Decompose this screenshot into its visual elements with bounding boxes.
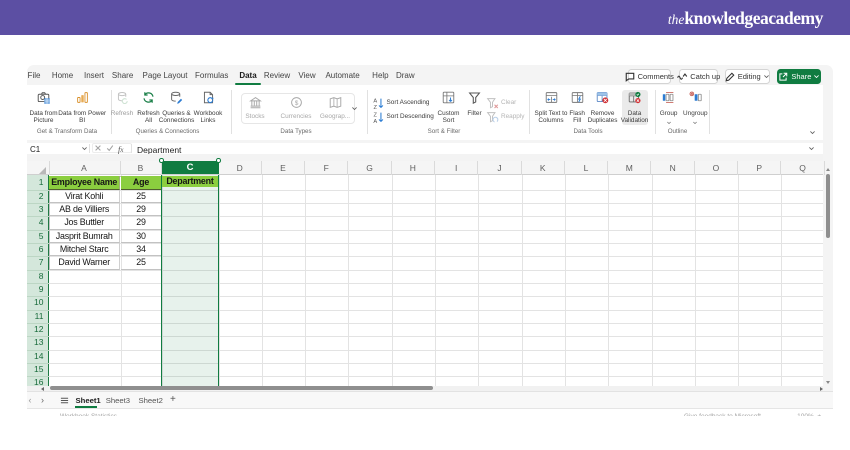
svg-text:Z: Z (374, 113, 378, 119)
svg-text:A: A (373, 99, 377, 105)
svg-text:Z: Z (374, 105, 378, 110)
svg-text:A: A (373, 119, 377, 124)
svg-text:$: $ (294, 100, 298, 107)
